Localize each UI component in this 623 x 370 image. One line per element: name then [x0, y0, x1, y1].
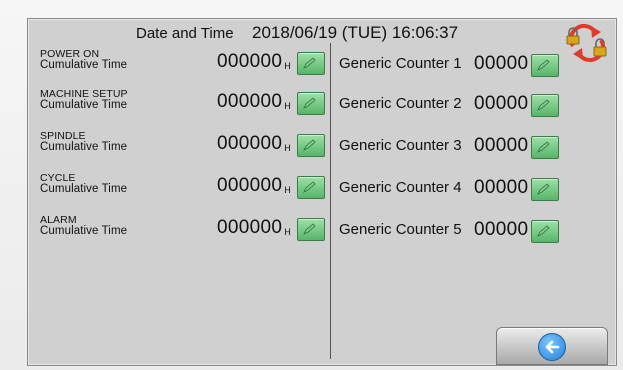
counter-row-5: Generic Counter 5 00000 — [28, 217, 616, 247]
datetime-value: 2018/06/19 (TUE) 16:06:37 — [252, 23, 459, 42]
edit-pencil-icon — [537, 141, 550, 153]
edit-counter-5-button[interactable] — [531, 220, 559, 243]
edit-pencil-icon — [537, 183, 550, 195]
counter-value: 00000 — [474, 177, 529, 198]
counter-label: Generic Counter 3 — [339, 137, 462, 154]
counter-value: 00000 — [474, 53, 529, 74]
counter-label: Generic Counter 2 — [339, 95, 462, 112]
edit-counter-1-button[interactable] — [531, 54, 559, 77]
edit-counter-3-button[interactable] — [531, 136, 559, 159]
edit-pencil-icon — [537, 99, 550, 111]
counter-value: 00000 — [474, 93, 529, 114]
edit-pencil-icon — [537, 59, 550, 71]
datetime-label: Date and Time — [136, 25, 234, 42]
header-bar: Date and Time 2018/06/19 (TUE) 16:06:37 — [28, 19, 616, 45]
back-button[interactable] — [496, 327, 608, 365]
counter-value: 00000 — [474, 135, 529, 156]
back-arrow-icon — [538, 333, 566, 361]
counter-value: 00000 — [474, 219, 529, 240]
counter-label: Generic Counter 4 — [339, 179, 462, 196]
edit-counter-4-button[interactable] — [531, 178, 559, 201]
counter-row-2: Generic Counter 2 00000 — [28, 91, 616, 121]
counter-label: Generic Counter 5 — [339, 221, 462, 238]
edit-pencil-icon — [537, 225, 550, 237]
edit-counter-2-button[interactable] — [531, 94, 559, 117]
counter-row-1: Generic Counter 1 00000 — [28, 51, 616, 81]
hmi-screen: Date and Time 2018/06/19 (TUE) 16:06:37 … — [27, 18, 617, 366]
counter-label: Generic Counter 1 — [339, 55, 462, 72]
counter-row-4: Generic Counter 4 00000 — [28, 175, 616, 205]
counter-row-3: Generic Counter 3 00000 — [28, 133, 616, 163]
